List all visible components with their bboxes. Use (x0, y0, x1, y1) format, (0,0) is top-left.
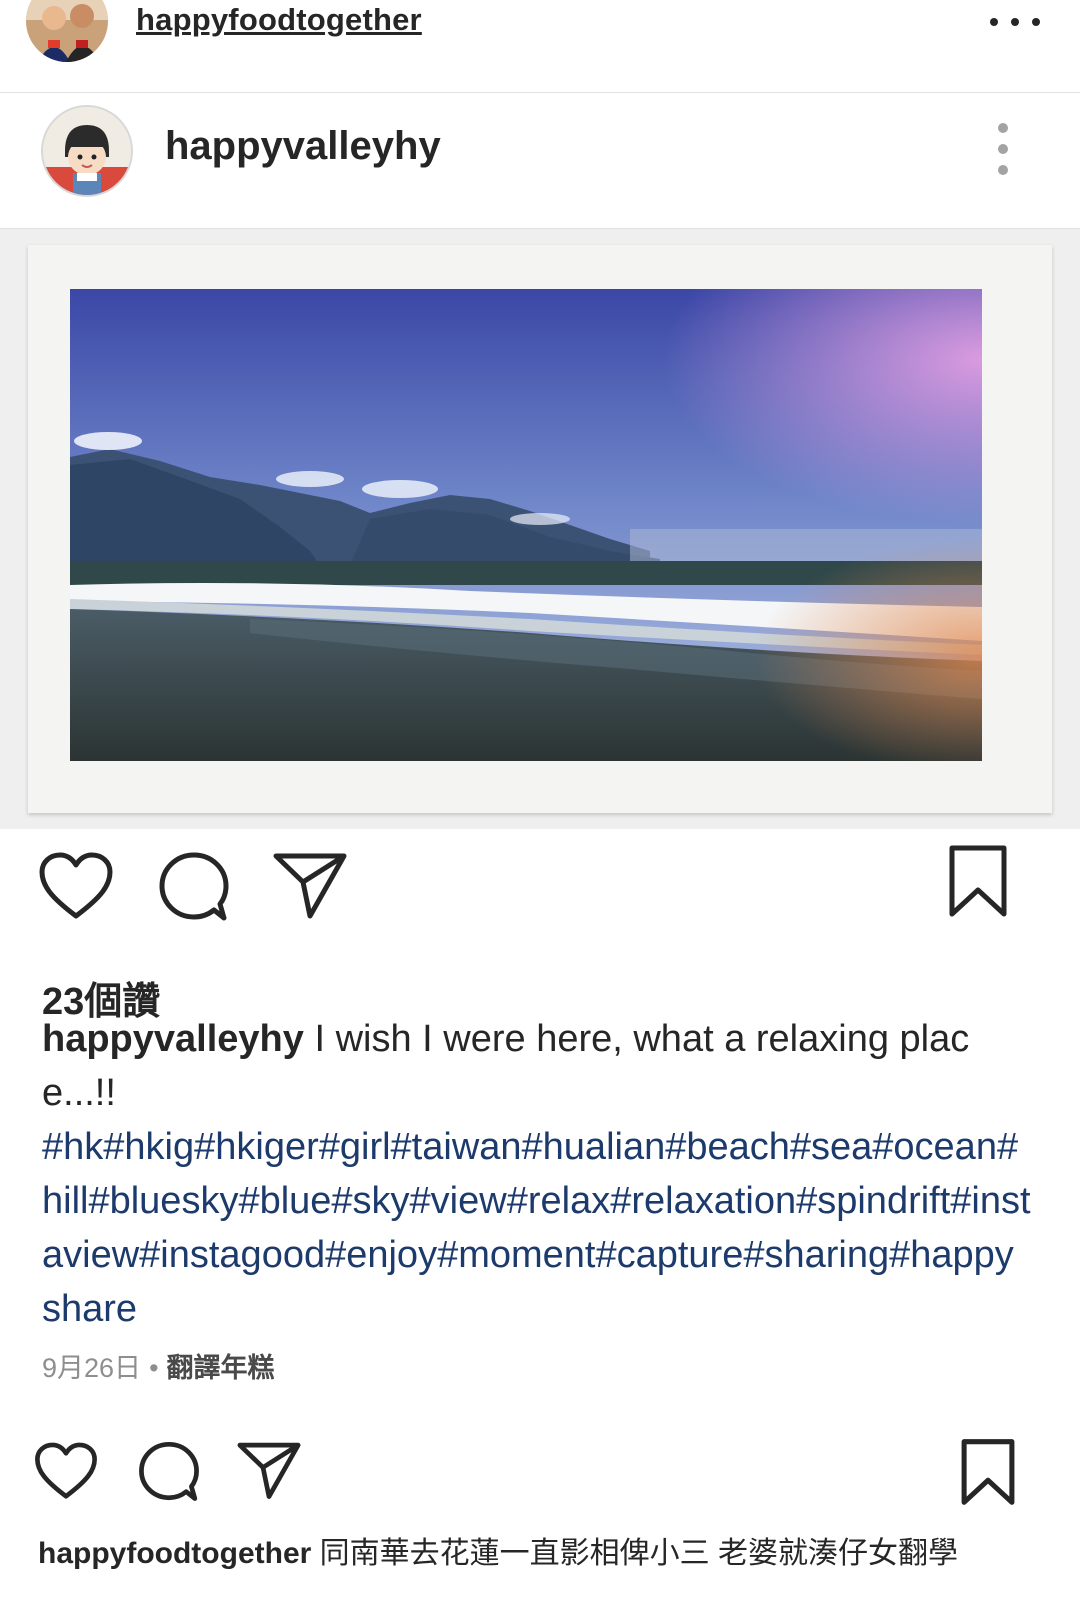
inner-username[interactable]: happyvalleyhy (165, 124, 441, 169)
heart-icon[interactable] (38, 852, 114, 920)
inner-post-header: happyvalleyhy (0, 93, 1080, 229)
inner-action-bar (0, 840, 1080, 930)
photo-frame (28, 245, 1052, 813)
outer-caption-text: 同南華去花蓮一直影相俾小三 老婆就湊仔女翻學 (319, 1537, 958, 1570)
translate-link[interactable]: 翻譯年糕 (167, 1353, 275, 1383)
heart-icon[interactable] (34, 1442, 98, 1500)
bookmark-icon[interactable] (960, 1438, 1016, 1506)
date-separator: • (149, 1353, 159, 1383)
outer-post-caption: happyfoodtogether 同南華去花蓮一直影相俾小三 老婆就湊仔女翻學 (38, 1528, 1068, 1572)
outer-username[interactable]: happyfoodtogether (136, 2, 422, 38)
paper-plane-icon[interactable] (272, 850, 348, 920)
bookmark-icon[interactable] (948, 844, 1008, 918)
outer-avatar[interactable] (26, 0, 108, 62)
outer-post-header: happyfoodtogether (0, 0, 1080, 93)
comment-bubble-icon[interactable] (138, 1440, 200, 1502)
post-photo-area (0, 229, 1080, 829)
post-date: 9月26日 (42, 1353, 142, 1383)
more-vertical-icon[interactable] (996, 123, 1010, 175)
more-horizontal-icon[interactable] (990, 4, 1040, 40)
post-date-line: 9月26日 • 翻譯年糕 (42, 1346, 275, 1385)
caption-username[interactable]: happyvalleyhy (42, 1018, 304, 1060)
outer-action-bar (0, 1436, 1080, 1512)
outer-caption-username[interactable]: happyfoodtogether (38, 1537, 311, 1570)
post-photo[interactable] (70, 289, 982, 761)
paper-plane-icon[interactable] (236, 1440, 302, 1500)
post-caption: happyvalleyhy I wish I were here, what a… (42, 1012, 1032, 1336)
comment-bubble-icon[interactable] (158, 850, 230, 922)
caption-hashtags[interactable]: #hk#hkig#hkiger#girl#taiwan#hualian#beac… (42, 1126, 1031, 1330)
inner-avatar[interactable] (41, 105, 133, 197)
